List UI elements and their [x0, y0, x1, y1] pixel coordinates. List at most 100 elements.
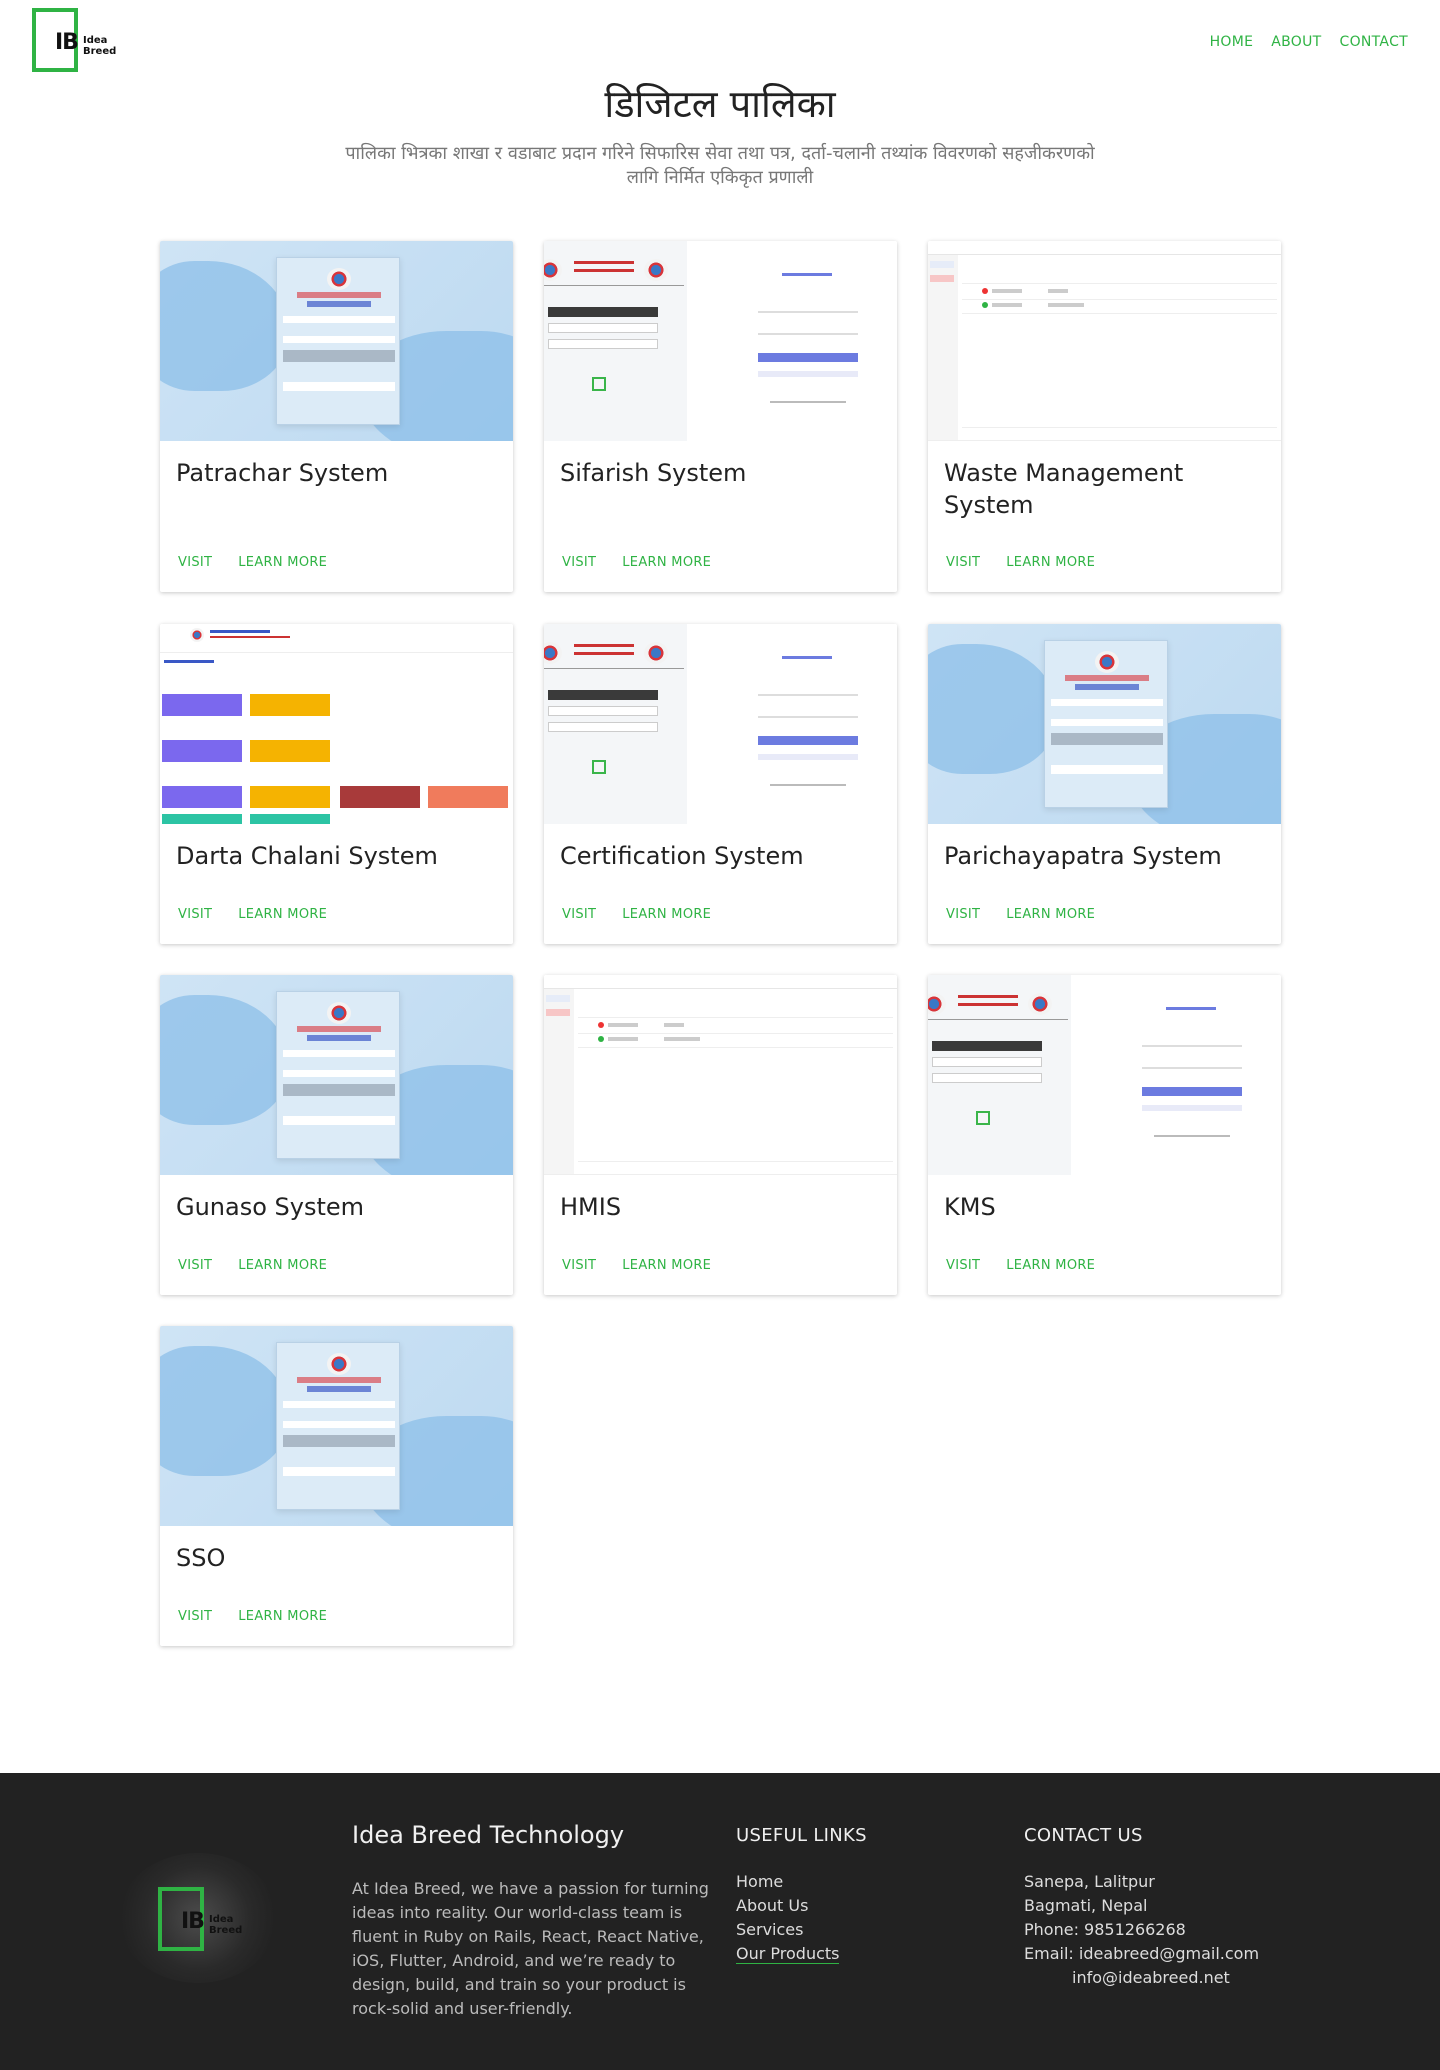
- product-screenshot[interactable]: [160, 1326, 513, 1526]
- learn-more-button[interactable]: LEARN MORE: [996, 547, 1105, 578]
- visit-button[interactable]: VISIT: [168, 1601, 222, 1632]
- product-card: Certification System VISIT LEARN MORE: [544, 624, 897, 944]
- preview-heading-bar: [307, 1035, 371, 1041]
- preview-field: [283, 1401, 395, 1408]
- preview-heading-bar: [210, 630, 270, 633]
- preview-heading-bar: [574, 269, 634, 272]
- preview-sidebar: [544, 989, 574, 1174]
- preview-link: [283, 1467, 395, 1476]
- preview-tile: [340, 786, 420, 808]
- product-screenshot[interactable]: [928, 241, 1281, 441]
- card-actions: VISIT LEARN MORE: [552, 547, 721, 578]
- footer-link-products[interactable]: Our Products: [736, 1944, 840, 1964]
- card-actions: VISIT LEARN MORE: [168, 547, 337, 578]
- learn-more-button[interactable]: LEARN MORE: [228, 547, 337, 578]
- login-panel-preview: [276, 991, 400, 1159]
- qr-icon: [976, 1111, 990, 1125]
- footer-link-services[interactable]: Services: [736, 1920, 803, 1939]
- product-screenshot[interactable]: [160, 241, 513, 441]
- learn-more-button[interactable]: LEARN MORE: [228, 1250, 337, 1281]
- preview-sidebar-item: [930, 275, 954, 282]
- preview-tile: [250, 814, 330, 824]
- learn-more-button[interactable]: LEARN MORE: [612, 899, 721, 930]
- product-card: Darta Chalani System VISIT LEARN MORE: [160, 624, 513, 944]
- visit-button[interactable]: VISIT: [552, 1250, 606, 1281]
- visit-button[interactable]: VISIT: [936, 1250, 990, 1281]
- footer-logo-letters: IB: [181, 1909, 205, 1934]
- product-screenshot[interactable]: [544, 624, 897, 824]
- learn-more-button[interactable]: LEARN MORE: [996, 1250, 1105, 1281]
- preview-button: [932, 1057, 1042, 1067]
- product-title: Waste Management System: [944, 459, 1184, 519]
- preview-link: [1142, 1105, 1242, 1111]
- qr-icon: [592, 760, 606, 774]
- visit-button[interactable]: VISIT: [168, 547, 222, 578]
- product-screenshot[interactable]: [544, 241, 897, 441]
- visit-button[interactable]: VISIT: [552, 899, 606, 930]
- preview-rule: [544, 668, 684, 669]
- preview-button: [283, 1084, 395, 1096]
- visit-button[interactable]: VISIT: [552, 547, 606, 578]
- preview-button: [548, 706, 658, 716]
- preview-field: [1051, 719, 1163, 726]
- preview-tile: [428, 786, 508, 808]
- preview-text: [992, 303, 1022, 307]
- learn-more-button[interactable]: LEARN MORE: [612, 1250, 721, 1281]
- product-title: Gunaso System: [176, 1193, 365, 1221]
- contact-email-2: info@ideabreed.net: [1072, 1968, 1230, 1987]
- preview-link: [758, 754, 858, 760]
- preview-rule: [544, 285, 684, 286]
- preview-left-panel: [928, 975, 1071, 1175]
- preview-text: [608, 1037, 638, 1041]
- card-actions: VISIT LEARN MORE: [552, 1250, 721, 1281]
- card-actions: VISIT LEARN MORE: [168, 899, 337, 930]
- preview-heading-bar: [782, 656, 832, 659]
- product-screenshot[interactable]: [160, 975, 513, 1175]
- preview-tile: [162, 814, 242, 824]
- login-panel-preview: [1044, 640, 1168, 808]
- learn-more-button[interactable]: LEARN MORE: [228, 1601, 337, 1632]
- preview-button: [283, 350, 395, 362]
- status-dot: [598, 1036, 604, 1042]
- product-card: KMS VISIT LEARN MORE: [928, 975, 1281, 1295]
- product-screenshot[interactable]: [928, 975, 1281, 1175]
- product-screenshot[interactable]: [928, 624, 1281, 824]
- product-screenshot[interactable]: [160, 624, 513, 824]
- product-title: Darta Chalani System: [176, 842, 438, 870]
- product-title: Sifarish System: [560, 459, 747, 487]
- preview-topbar: [928, 241, 1281, 255]
- card-actions: VISIT LEARN MORE: [936, 899, 1105, 930]
- footer-contact-title: CONTACT US: [1024, 1825, 1143, 1846]
- visit-button[interactable]: VISIT: [936, 899, 990, 930]
- learn-more-button[interactable]: LEARN MORE: [612, 547, 721, 578]
- preview-field: [1142, 1045, 1242, 1047]
- product-screenshot[interactable]: [544, 975, 897, 1175]
- product-card: SSO VISIT LEARN MORE: [160, 1326, 513, 1646]
- preview-field: [283, 1421, 395, 1428]
- card-actions: VISIT LEARN MORE: [936, 1250, 1105, 1281]
- qr-icon: [592, 377, 606, 391]
- footer-link-home[interactable]: Home: [736, 1872, 783, 1891]
- preview-heading-bar: [1075, 684, 1139, 690]
- preview-button: [1142, 1087, 1242, 1096]
- preview-text: [664, 1023, 684, 1027]
- footer-logo[interactable]: IB Idea Breed: [158, 1887, 242, 1951]
- preview-row: [962, 283, 1277, 284]
- map-shape: [160, 261, 290, 391]
- product-card: Patrachar System VISIT LEARN MORE: [160, 241, 513, 592]
- preview-left-panel: [544, 624, 687, 824]
- footer-link-about[interactable]: About Us: [736, 1896, 808, 1915]
- contact-email: Email: ideabreed@gmail.com: [1024, 1944, 1260, 1963]
- preview-heading-bar: [574, 644, 634, 647]
- learn-more-button[interactable]: LEARN MORE: [996, 899, 1105, 930]
- visit-button[interactable]: VISIT: [936, 547, 990, 578]
- preview-field: [283, 316, 395, 323]
- visit-button[interactable]: VISIT: [168, 1250, 222, 1281]
- emblem-icon: [1095, 651, 1119, 673]
- learn-more-button[interactable]: LEARN MORE: [228, 899, 337, 930]
- product-card: Waste Management System VISIT LEARN MORE: [928, 241, 1281, 592]
- preview-heading-bar: [574, 652, 634, 655]
- preview-tile: [250, 694, 330, 716]
- visit-button[interactable]: VISIT: [168, 899, 222, 930]
- product-grid: Patrachar System VISIT LEARN MORE Sifarish …: [0, 0, 1440, 1646]
